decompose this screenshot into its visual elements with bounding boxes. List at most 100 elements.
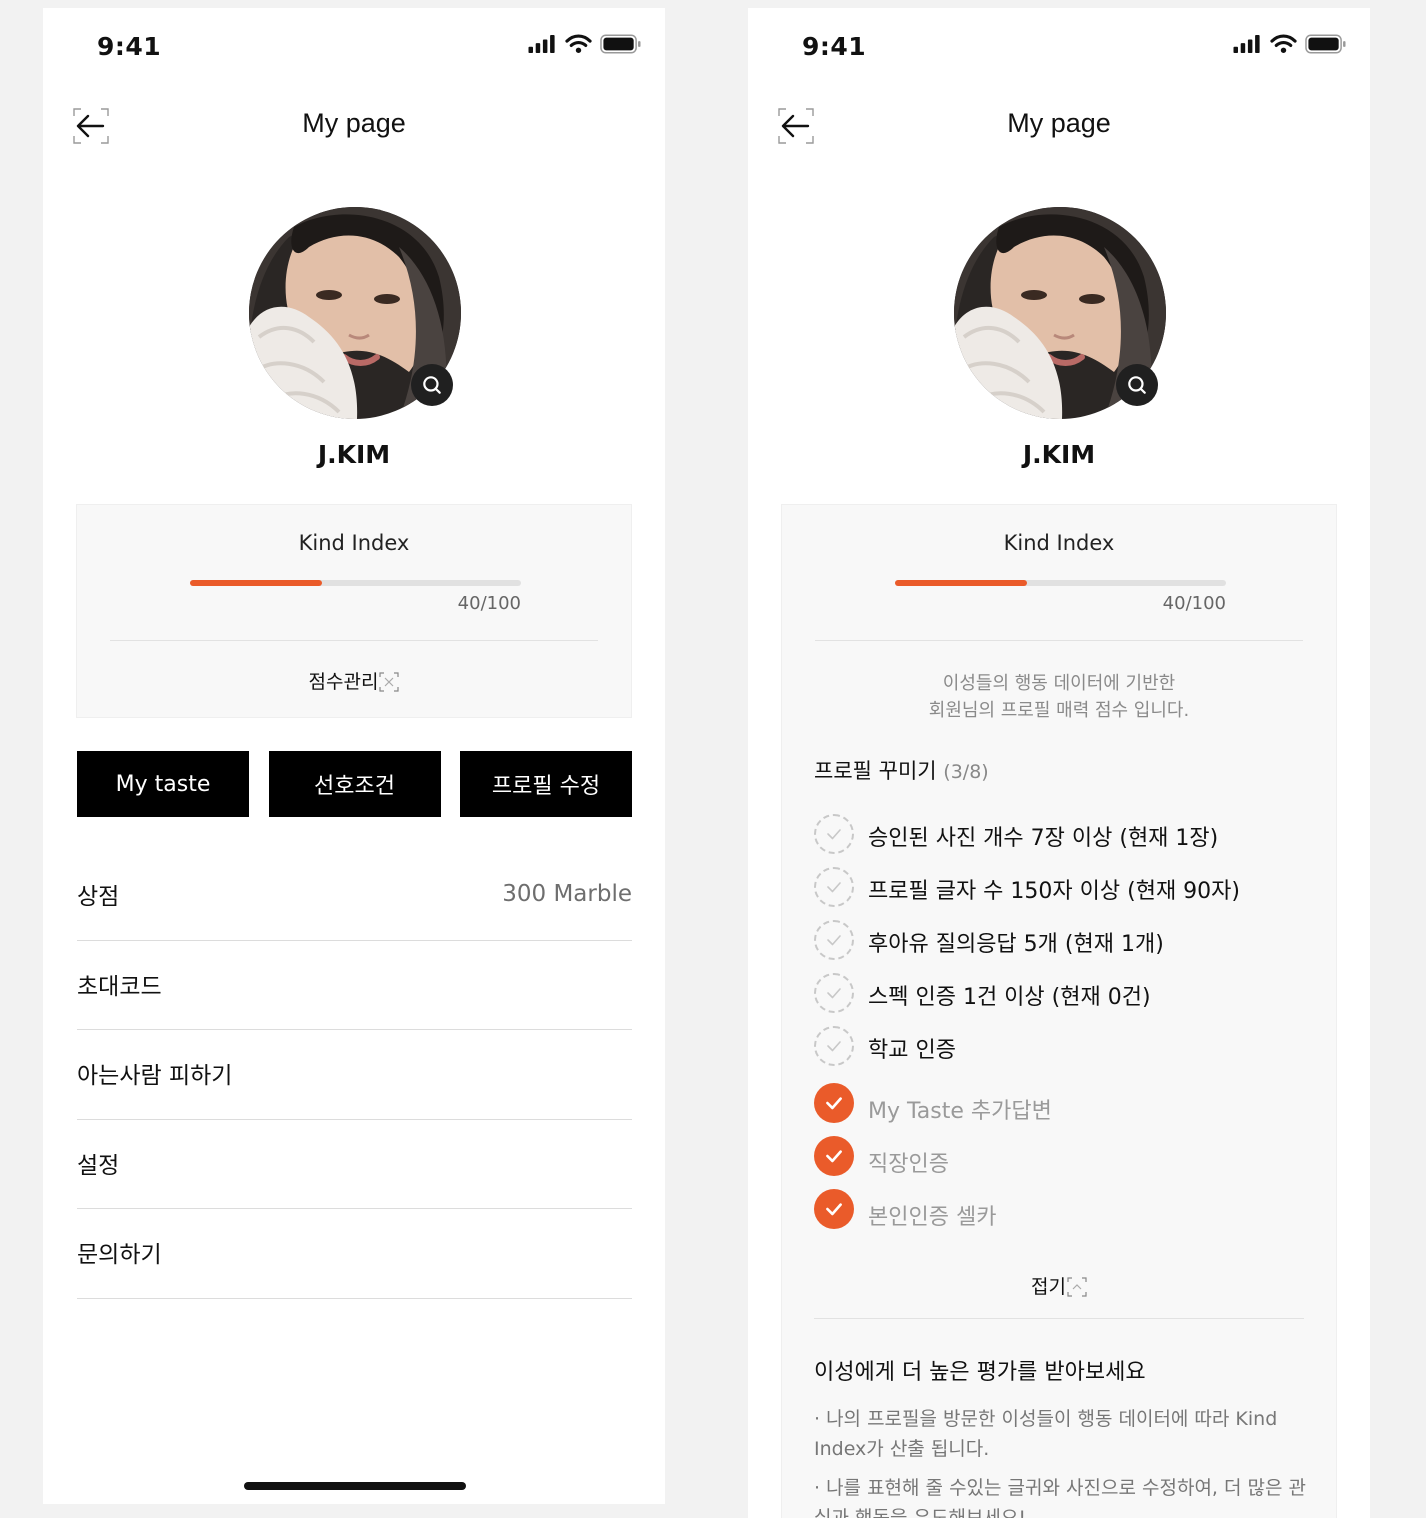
description-line: 이성들의 행동 데이터에 기반한 <box>942 673 1176 694</box>
checklist-item-label: 프로필 글자 수 150자 이상 (현재 90자) <box>868 879 1240 904</box>
checkbox-checked <box>814 1189 854 1229</box>
checkbox <box>814 973 854 1013</box>
kind-index-description: 이성들의 행동 데이터에 기반한 회원님의 프로필 매력 점수 입니다. <box>748 670 1370 724</box>
divider <box>815 640 1303 641</box>
checklist-item-label: My Taste 추가답변 <box>868 1099 1052 1124</box>
check-icon <box>823 1092 845 1114</box>
score-manage-toggle[interactable]: 점수관리 <box>77 667 631 694</box>
tip-item: · 나를 표현해 줄 수있는 글귀와 사진으로 수정하여, 더 많은 관심과 행… <box>814 1477 1306 1518</box>
profile-checklist: 승인된 사진 개수 7장 이상 (현재 1장) 프로필 글자 수 150자 이상… <box>814 810 1314 1238</box>
menu-item-label: 아는사람 피하기 <box>77 1063 233 1089</box>
search-icon <box>1126 374 1148 396</box>
kind-index-score: 40/100 <box>457 593 521 614</box>
status-icons <box>1232 34 1346 54</box>
kind-index-title: Kind Index <box>1003 531 1115 555</box>
checklist-item-label: 직장인증 <box>868 1152 949 1177</box>
checklist-item[interactable]: 후아유 질의응답 5개 (현재 1개) <box>814 916 1314 969</box>
nav-bar: My page <box>748 98 1370 158</box>
checklist-item-label: 승인된 사진 개수 7장 이상 (현재 1장) <box>868 826 1219 851</box>
menu-list: 상점 300 Marble 초대코드 아는사람 피하기 설정 문의하기 <box>77 851 632 1299</box>
my-taste-button[interactable]: My taste <box>77 751 249 817</box>
menu-item-invite-code[interactable]: 초대코드 <box>77 941 632 1030</box>
check-icon <box>824 983 844 1003</box>
menu-item-avoid-acquaintances[interactable]: 아는사람 피하기 <box>77 1030 632 1120</box>
collapse-icon <box>1067 1277 1087 1297</box>
menu-item-label: 상점 <box>77 884 120 910</box>
kind-index-progress-fill <box>190 580 323 586</box>
signal-icon <box>1232 35 1262 53</box>
profile-decorate-title: 프로필 꾸미기 (3/8) <box>814 755 989 785</box>
kind-index-progress-fill <box>895 580 1028 586</box>
divider <box>110 640 598 641</box>
kind-index-card: Kind Index 40/100 점수관리 <box>76 504 632 718</box>
profile-avatar[interactable] <box>249 207 461 419</box>
menu-item-shop[interactable]: 상점 300 Marble <box>77 851 632 941</box>
checklist-item[interactable]: 프로필 글자 수 150자 이상 (현재 90자) <box>814 863 1314 916</box>
checklist-item-label: 스펙 인증 1건 이상 (현재 0건) <box>868 985 1151 1010</box>
check-icon <box>823 1198 845 1220</box>
mypage-screen-expanded: 9:41 My page J.KIM Kind Index 40/100 이성들… <box>748 8 1370 1518</box>
status-time: 9:41 <box>97 32 162 61</box>
avatar-zoom-button[interactable] <box>411 364 453 406</box>
status-bar: 9:41 <box>43 8 665 88</box>
page-title: My page <box>302 108 406 138</box>
checklist-item-done[interactable]: 본인인증 셀카 <box>814 1185 1314 1238</box>
section-count: (3/8) <box>943 761 989 783</box>
collapse-toggle[interactable]: 접기 <box>748 1272 1370 1299</box>
page-title: My page <box>1007 108 1111 138</box>
username: J.KIM <box>317 440 391 469</box>
marble-balance: 300 Marble <box>502 881 632 907</box>
edit-profile-button[interactable]: 프로필 수정 <box>460 751 632 817</box>
kind-index-title: Kind Index <box>298 531 410 555</box>
menu-item-settings[interactable]: 설정 <box>77 1120 632 1209</box>
checklist-item-label: 학교 인증 <box>868 1038 956 1063</box>
action-buttons: My taste 선호조건 프로필 수정 <box>77 751 632 817</box>
nav-bar: My page <box>43 98 665 158</box>
check-icon <box>824 824 844 844</box>
battery-icon <box>600 34 641 54</box>
check-icon <box>824 1036 844 1056</box>
status-time: 9:41 <box>802 32 867 61</box>
search-icon <box>421 374 443 396</box>
menu-item-label: 설정 <box>77 1152 120 1179</box>
checklist-item[interactable]: 승인된 사진 개수 7장 이상 (현재 1장) <box>814 810 1314 863</box>
checklist-item-label: 후아유 질의응답 5개 (현재 1개) <box>868 932 1164 957</box>
expand-icon <box>379 672 399 692</box>
mypage-screen-collapsed: 9:41 My page J.KIM Kind Index 40/100 점수관… <box>43 8 665 1504</box>
avatar-zoom-button[interactable] <box>1116 364 1158 406</box>
score-manage-label: 점수관리 <box>308 671 379 693</box>
checkbox <box>814 920 854 960</box>
signal-icon <box>527 35 557 53</box>
description-line: 회원님의 프로필 매력 점수 입니다. <box>928 700 1190 721</box>
menu-item-label: 문의하기 <box>77 1242 162 1268</box>
checkbox-checked <box>814 1136 854 1176</box>
tips-title: 이성에게 더 높은 평가를 받아보세요 <box>814 1360 1146 1385</box>
menu-item-label: 초대코드 <box>77 973 162 1000</box>
collapse-label: 접기 <box>1031 1276 1066 1298</box>
checklist-item-done[interactable]: 직장인증 <box>814 1132 1314 1185</box>
checklist-item[interactable]: 스펙 인증 1건 이상 (현재 0건) <box>814 969 1314 1022</box>
tip-item: · 나의 프로필을 방문한 이성들이 행동 데이터에 따라 Kind Index… <box>814 1408 1278 1460</box>
preference-button[interactable]: 선호조건 <box>268 751 441 817</box>
check-icon <box>824 930 844 950</box>
checkbox <box>814 814 854 854</box>
status-bar: 9:41 <box>748 8 1370 88</box>
checkbox <box>814 1026 854 1066</box>
check-icon <box>823 1145 845 1167</box>
check-icon <box>824 877 844 897</box>
divider <box>814 1318 1304 1319</box>
checklist-item-label: 본인인증 셀카 <box>868 1205 997 1230</box>
section-title: 프로필 꾸미기 <box>814 759 937 783</box>
home-indicator <box>244 1482 466 1490</box>
wifi-icon <box>1270 34 1297 54</box>
username: J.KIM <box>1022 440 1096 469</box>
status-icons <box>527 34 641 54</box>
wifi-icon <box>565 34 592 54</box>
checkbox <box>814 867 854 907</box>
kind-index-progress-bar <box>895 580 1226 586</box>
checklist-item-done[interactable]: My Taste 추가답변 <box>814 1079 1314 1132</box>
kind-index-progress-bar <box>190 580 521 586</box>
menu-item-contact[interactable]: 문의하기 <box>77 1209 632 1299</box>
checklist-item[interactable]: 학교 인증 <box>814 1022 1314 1075</box>
profile-avatar[interactable] <box>954 207 1166 419</box>
